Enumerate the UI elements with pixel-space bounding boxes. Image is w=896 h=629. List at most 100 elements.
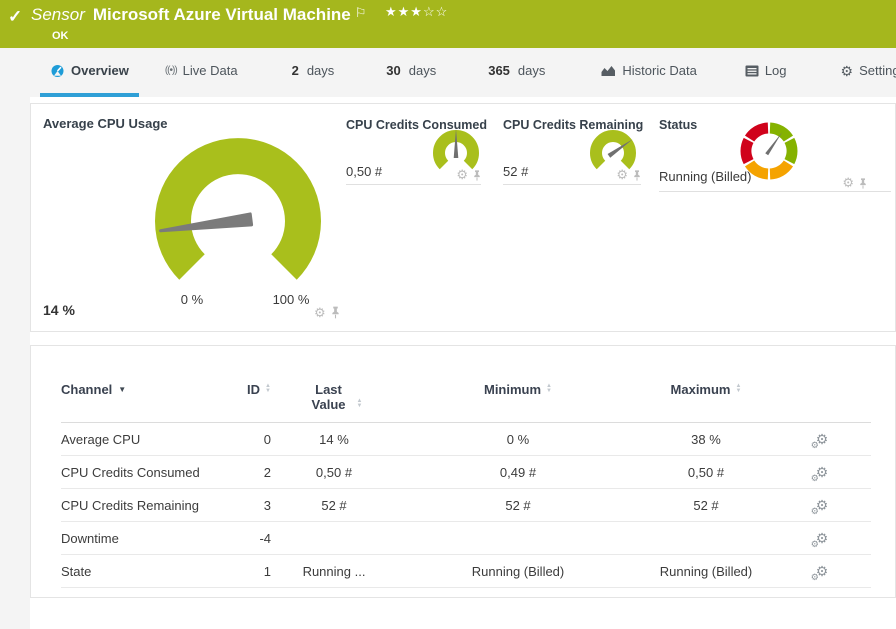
column-header-channel[interactable]: Channel▼ [61, 376, 211, 423]
channel-id: -4 [211, 522, 271, 555]
log-icon [745, 65, 759, 77]
tab-overview[interactable]: Overview [40, 48, 139, 97]
table-row[interactable]: Average CPU 0 14 % 0 % 38 % ⚙⚙ [61, 423, 871, 456]
mini-gauge-cpu-credits-consumed: CPU Credits Consumed 0,50 # ⚙ [346, 114, 481, 185]
channel-id: 3 [211, 489, 271, 522]
channel-settings-icon[interactable]: ⚙⚙ [816, 432, 829, 447]
channel-settings-icon[interactable]: ⚙⚙ [816, 465, 829, 480]
column-header-actions [773, 376, 871, 423]
table-row[interactable]: CPU Credits Consumed 2 0,50 # 0,49 # 0,5… [61, 456, 871, 489]
gauge-value: Running (Billed) [659, 169, 752, 184]
stars-filled: ★★★ [385, 4, 423, 19]
tab-live-data[interactable]: ((•)) Live Data [155, 48, 248, 97]
channel-id: 1 [211, 555, 271, 588]
column-header-last-value[interactable]: Last Value▲▼ [271, 376, 397, 423]
tab-label: days [409, 63, 436, 78]
channel-name: Downtime [61, 522, 211, 555]
sensor-header: ✓ Sensor Microsoft Azure Virtual Machine ⚐… [0, 0, 896, 48]
tab-log[interactable]: Log [735, 48, 797, 97]
table-row[interactable]: CPU Credits Remaining 3 52 # 52 # 52 # ⚙… [61, 489, 871, 522]
channel-last-value [271, 522, 397, 555]
column-header-minimum[interactable]: Minimum▲▼ [397, 376, 639, 423]
channel-name: CPU Credits Consumed [61, 456, 211, 489]
channel-name: State [61, 555, 211, 588]
tab-label: days [307, 63, 334, 78]
channel-name: CPU Credits Remaining [61, 489, 211, 522]
tab-label: Historic Data [622, 63, 696, 78]
gauge-settings-gear-icon[interactable]: ⚙ [456, 169, 468, 181]
channel-settings-icon[interactable]: ⚙⚙ [816, 531, 829, 546]
channel-minimum: 0,49 # [397, 456, 639, 489]
tab-number: 2 [292, 63, 299, 78]
object-kind-label: Sensor [31, 5, 85, 24]
channel-minimum [397, 522, 639, 555]
pin-icon[interactable] [859, 178, 867, 189]
sort-caret-icon: ▼ [118, 385, 126, 394]
channel-settings-icon[interactable]: ⚙⚙ [816, 564, 829, 579]
channel-table: Channel▼ ID▲▼ Last Value▲▼ Minimum▲▼ Max… [61, 376, 871, 588]
historic-data-icon [601, 65, 616, 77]
tab-365-days[interactable]: 365 days [478, 48, 555, 97]
status-badge: OK [52, 30, 69, 42]
page-gutter [0, 97, 30, 629]
gauges-panel: Average CPU Usage 0 % 100 % 14 % ⚙ CPU C… [30, 103, 896, 332]
gauge-scale-max: 100 % [263, 292, 319, 307]
priority-stars[interactable]: ★★★☆☆ [385, 4, 448, 20]
stars-empty: ☆☆ [423, 4, 448, 19]
tab-label: Overview [71, 63, 129, 78]
pin-icon[interactable] [633, 170, 641, 181]
tab-label: Live Data [183, 63, 238, 78]
sort-icon: ▲▼ [736, 384, 742, 394]
tab-number: 365 [488, 63, 510, 78]
channel-maximum: 0,50 # [639, 456, 773, 489]
tab-30-days[interactable]: 30 days [376, 48, 446, 97]
channel-id: 0 [211, 423, 271, 456]
status-check-icon: ✓ [8, 7, 22, 27]
channel-last-value: Running ... [271, 555, 397, 588]
gauge-value: 14 % [43, 302, 75, 318]
gauge-settings-gear-icon[interactable]: ⚙ [314, 307, 326, 319]
live-data-icon: ((•)) [165, 65, 177, 76]
channel-name: Average CPU [61, 423, 211, 456]
channel-maximum: 38 % [639, 423, 773, 456]
tab-bar: Overview ((•)) Live Data 2 days 30 days … [0, 48, 896, 97]
tab-2-days[interactable]: 2 days [282, 48, 345, 97]
gauge-title: Status [659, 118, 697, 132]
channel-last-value: 14 % [271, 423, 397, 456]
page-title: Microsoft Azure Virtual Machine [93, 5, 351, 24]
column-header-maximum[interactable]: Maximum▲▼ [639, 376, 773, 423]
gauge-settings-gear-icon[interactable]: ⚙ [616, 169, 628, 181]
channels-panel: Channel▼ ID▲▼ Last Value▲▼ Minimum▲▼ Max… [30, 345, 896, 598]
gauge-value: 52 # [503, 164, 528, 179]
sort-icon: ▲▼ [265, 384, 271, 394]
priority-flag-icon[interactable]: ⚐ [355, 5, 367, 20]
pin-icon[interactable] [473, 170, 481, 181]
pin-icon[interactable] [331, 306, 340, 319]
channel-maximum [639, 522, 773, 555]
channel-minimum: 52 # [397, 489, 639, 522]
column-header-id[interactable]: ID▲▼ [211, 376, 271, 423]
channel-maximum: Running (Billed) [639, 555, 773, 588]
table-row[interactable]: Downtime -4 ⚙⚙ [61, 522, 871, 555]
tab-historic-data[interactable]: Historic Data [591, 48, 706, 97]
table-header-row: Channel▼ ID▲▼ Last Value▲▼ Minimum▲▼ Max… [61, 376, 871, 423]
tab-label: days [518, 63, 545, 78]
average-cpu-gauge [71, 118, 391, 318]
channel-last-value: 0,50 # [271, 456, 397, 489]
gauge-icon [50, 64, 65, 78]
channel-last-value: 52 # [271, 489, 397, 522]
channel-maximum: 52 # [639, 489, 773, 522]
channel-minimum: 0 % [397, 423, 639, 456]
sort-icon: ▲▼ [546, 384, 552, 394]
table-row[interactable]: State 1 Running ... Running (Billed) Run… [61, 555, 871, 588]
channel-settings-icon[interactable]: ⚙⚙ [816, 498, 829, 513]
tab-settings[interactable]: ⚙ Settings [831, 48, 896, 97]
settings-gear-icon: ⚙ [841, 66, 854, 76]
mini-gauge-cpu-credits-remaining: CPU Credits Remaining 52 # ⚙ [503, 114, 641, 185]
tab-number: 30 [386, 63, 400, 78]
tab-label: Log [765, 63, 787, 78]
mini-gauge-status: Status Running (Billed) ⚙ [659, 114, 891, 192]
channel-minimum: Running (Billed) [397, 555, 639, 588]
gauge-value: 0,50 # [346, 164, 382, 179]
gauge-settings-gear-icon[interactable]: ⚙ [842, 177, 854, 189]
